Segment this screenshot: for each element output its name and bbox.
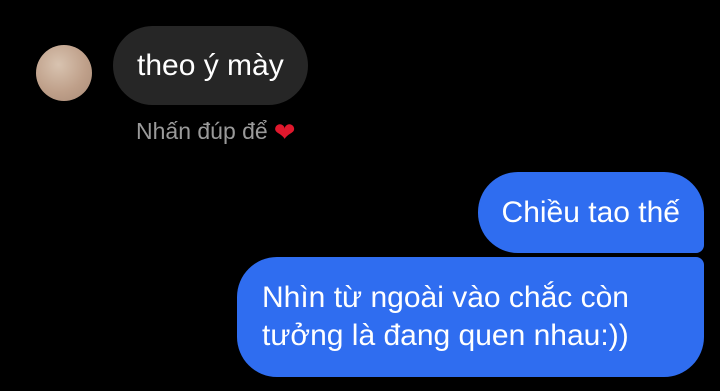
double-tap-hint-text: Nhấn đúp để	[136, 118, 268, 144]
double-tap-hint: Nhấn đúp để ❤	[136, 118, 296, 145]
outgoing-message-line: Nhìn từ ngoài vào chắc còn	[262, 281, 629, 314]
incoming-message-text: theo ý mày	[137, 48, 284, 82]
outgoing-message-text: Chiều tao thế	[501, 195, 680, 229]
incoming-message-bubble[interactable]: theo ý mày	[113, 26, 308, 105]
outgoing-message-bubble[interactable]: Nhìn từ ngoài vào chắc còn tưởng là đang…	[237, 257, 704, 377]
outgoing-message-bubble[interactable]: Chiều tao thế	[477, 172, 704, 253]
outgoing-message-line: tưởng là đang quen nhau:))	[262, 319, 629, 352]
avatar[interactable]	[36, 45, 92, 101]
heart-icon[interactable]: ❤	[274, 119, 296, 145]
